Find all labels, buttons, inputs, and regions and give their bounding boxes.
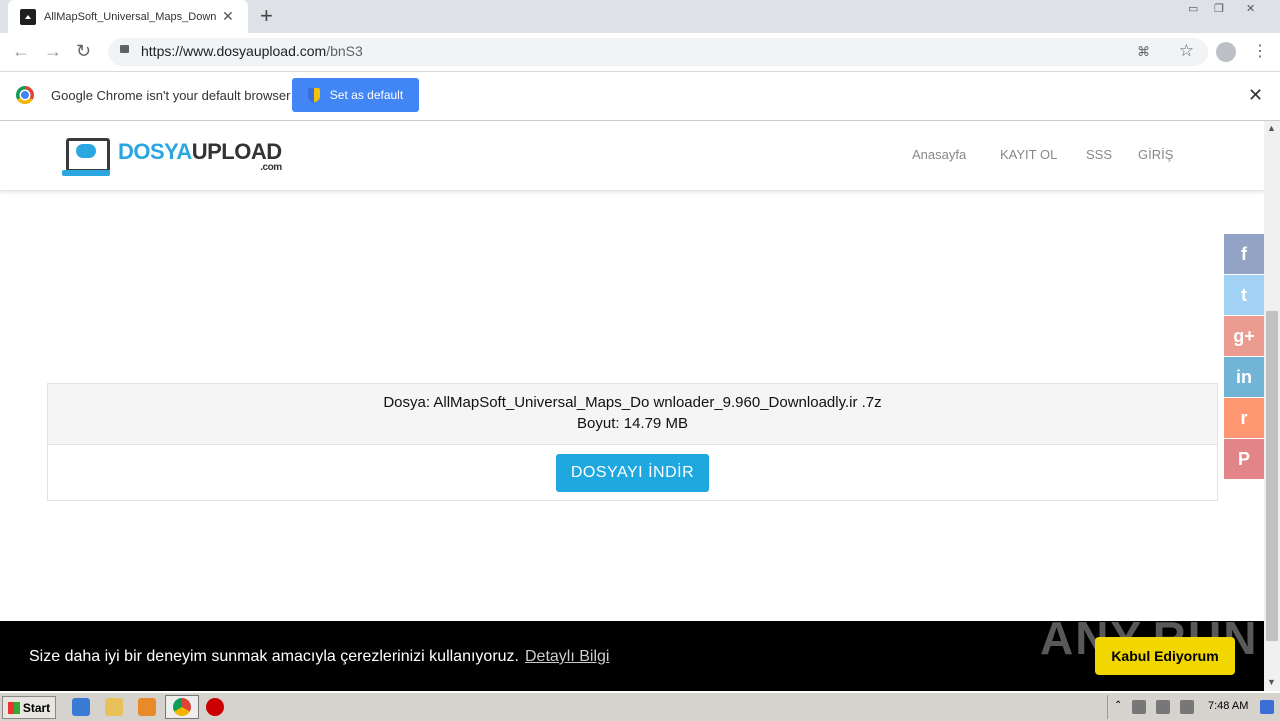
page-scrollbar[interactable]: ▲ ▼ xyxy=(1264,121,1280,691)
cookie-message-text: Size daha iyi bir deneyim sunmak amacıyl… xyxy=(29,648,519,665)
site-favicon-icon xyxy=(20,8,36,25)
windows-taskbar: Start ⌃ 7:48 AM xyxy=(0,692,1280,721)
browser-tab[interactable]: AllMapSoft_Universal_Maps_Downlo ✕ xyxy=(8,0,248,33)
start-button[interactable]: Start xyxy=(2,696,56,719)
uac-shield-icon xyxy=(307,88,320,102)
translate-icon[interactable]: ⌘ xyxy=(1137,44,1150,60)
google-plus-icon[interactable]: g+ xyxy=(1224,316,1264,356)
stop-app-icon[interactable] xyxy=(206,698,224,716)
new-tab-button[interactable]: + xyxy=(260,5,273,27)
taskbar-chrome-button[interactable] xyxy=(165,695,199,719)
media-player-icon[interactable] xyxy=(138,698,156,716)
logo-text-upload: UPLOAD xyxy=(191,139,282,164)
tab-title: AllMapSoft_Universal_Maps_Downlo xyxy=(44,10,216,23)
internet-explorer-icon[interactable] xyxy=(72,698,90,716)
logo-text: DOSYAUPLOAD .com xyxy=(118,141,282,173)
url-path: /bnS3 xyxy=(326,43,363,59)
restore-icon[interactable]: ❐ xyxy=(1214,2,1224,15)
file-size: Boyut: 14.79 MB xyxy=(577,415,688,432)
taskbar-clock[interactable]: 7:48 AM xyxy=(1208,700,1248,712)
logo-text-dosya: DOSYA xyxy=(118,139,192,164)
window-close-icon[interactable]: ✕ xyxy=(1246,2,1255,15)
twitter-icon[interactable]: t xyxy=(1224,275,1264,315)
default-browser-infobar: Google Chrome isn't your default browser… xyxy=(0,72,1280,121)
url-text[interactable]: https://www.dosyaupload.com/bnS3 xyxy=(141,43,363,59)
scroll-up-icon[interactable]: ▲ xyxy=(1267,123,1276,133)
system-tray: ⌃ 7:48 AM xyxy=(1107,695,1280,719)
windows-flag-icon xyxy=(7,701,20,714)
browser-toolbar: ← → ↻ https://www.dosyaupload.com/bnS3 ⌘… xyxy=(0,33,1280,72)
url-host: https://www.dosyaupload.com xyxy=(141,43,327,59)
back-icon[interactable]: ← xyxy=(12,41,30,62)
scroll-down-icon[interactable]: ▼ xyxy=(1267,677,1276,687)
file-explorer-icon[interactable] xyxy=(105,698,123,716)
nav-login[interactable]: GİRİŞ xyxy=(1138,147,1173,162)
site-logo[interactable]: DOSYAUPLOAD .com xyxy=(62,135,282,179)
facebook-icon[interactable]: f xyxy=(1224,234,1264,274)
chrome-menu-icon[interactable]: ⋮ xyxy=(1252,41,1268,61)
reload-icon[interactable]: ↻ xyxy=(76,41,91,62)
minimize-icon[interactable]: ▭ xyxy=(1188,2,1198,15)
upload-monitor-icon xyxy=(62,136,110,178)
forward-icon[interactable]: → xyxy=(44,41,62,62)
cookie-message: Size daha iyi bir deneyim sunmak amacıyl… xyxy=(29,648,609,666)
nav-home[interactable]: Anasayfa xyxy=(912,147,966,162)
bookmark-star-icon[interactable]: ☆ xyxy=(1179,41,1194,61)
nav-register[interactable]: KAYIT OL xyxy=(1000,147,1057,162)
cookie-details-link[interactable]: Detaylı Bilgi xyxy=(525,648,609,665)
download-file-button[interactable]: DOSYAYI İNDİR xyxy=(556,454,709,492)
linkedin-icon[interactable]: in xyxy=(1224,357,1264,397)
profile-avatar-icon[interactable] xyxy=(1216,42,1236,62)
address-bar[interactable]: https://www.dosyaupload.com/bnS3 ⌘ ☆ xyxy=(108,38,1208,66)
logo-text-com: .com xyxy=(260,162,282,173)
reddit-icon[interactable]: r xyxy=(1224,398,1264,438)
cookie-accept-button[interactable]: Kabul Ediyorum xyxy=(1095,637,1235,675)
set-default-button[interactable]: Set as default xyxy=(292,78,419,112)
tab-close-icon[interactable]: ✕ xyxy=(222,8,234,25)
set-default-label: Set as default xyxy=(329,88,404,102)
chrome-logo-icon xyxy=(16,86,34,104)
file-name: Dosya: AllMapSoft_Universal_Maps_Do wnlo… xyxy=(383,394,882,411)
file-info-panel: Dosya: AllMapSoft_Universal_Maps_Do wnlo… xyxy=(47,383,1218,501)
chrome-taskbar-icon xyxy=(173,698,191,716)
network-icon[interactable] xyxy=(1132,700,1146,714)
infobar-close-icon[interactable]: ✕ xyxy=(1248,85,1263,106)
volume-icon[interactable] xyxy=(1156,700,1170,714)
site-header: DOSYAUPLOAD .com Anasayfa KAYIT OL SSS G… xyxy=(0,121,1264,191)
pinterest-icon[interactable]: P xyxy=(1224,439,1264,479)
action-center-flag-icon[interactable] xyxy=(1180,700,1194,714)
web-page: DOSYAUPLOAD .com Anasayfa KAYIT OL SSS G… xyxy=(0,121,1264,691)
show-desktop-icon[interactable] xyxy=(1260,700,1274,714)
tray-expand-icon[interactable]: ⌃ xyxy=(1114,700,1128,714)
file-info-header: Dosya: AllMapSoft_Universal_Maps_Do wnlo… xyxy=(48,384,1217,445)
cookie-consent-bar: ANY.RUN Size daha iyi bir deneyim sunmak… xyxy=(0,612,1264,691)
tab-strip: AllMapSoft_Universal_Maps_Downlo ✕ + ▭ ❐… xyxy=(0,0,1280,33)
start-label: Start xyxy=(22,700,51,715)
nav-faq[interactable]: SSS xyxy=(1086,147,1112,162)
lock-icon xyxy=(120,45,129,53)
infobar-message: Google Chrome isn't your default browser xyxy=(51,88,291,103)
scrollbar-thumb[interactable] xyxy=(1266,311,1278,641)
